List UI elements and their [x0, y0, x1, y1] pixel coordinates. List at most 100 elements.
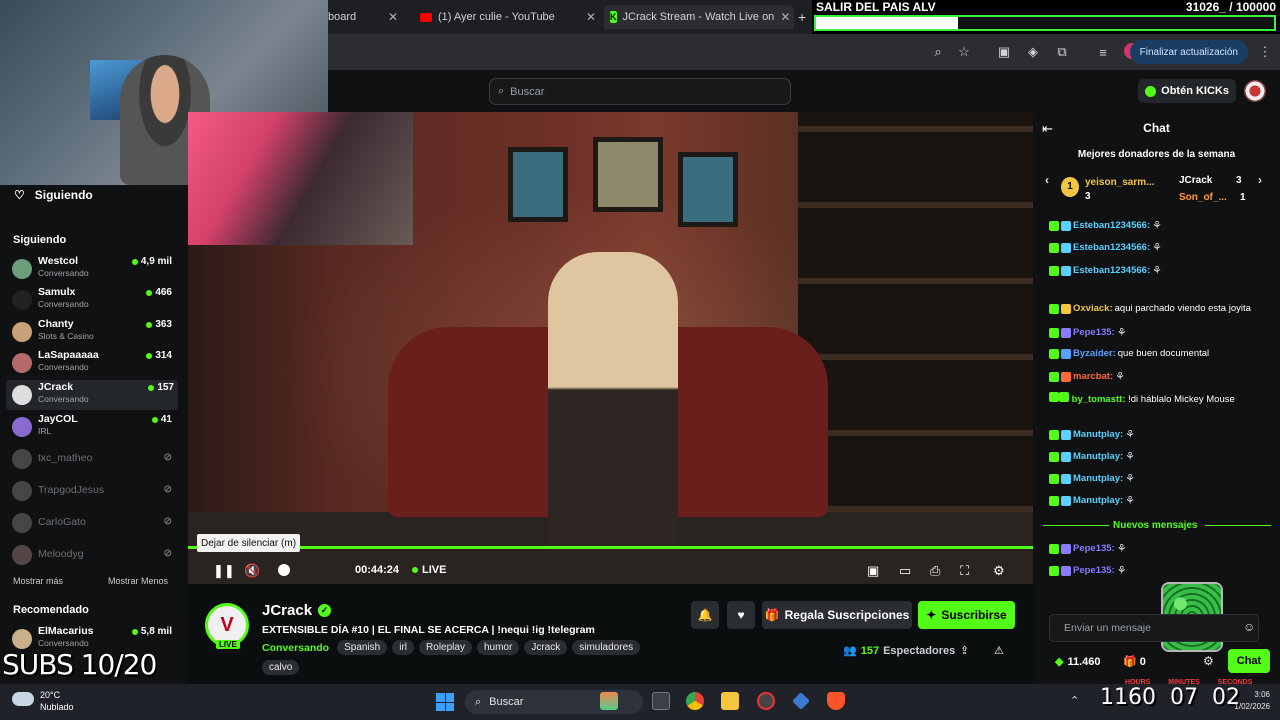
task-view-icon[interactable] [652, 692, 670, 710]
donor-name[interactable]: yeison_sarm... [1085, 177, 1154, 188]
chat-username[interactable]: Manutplay: [1073, 473, 1123, 484]
chat-message[interactable]: Manutplay: ⚘ [1049, 428, 1135, 441]
puzzle-icon[interactable]: ⧉ [1053, 43, 1071, 61]
widget-icon[interactable] [600, 692, 618, 710]
volume-slider[interactable] [278, 564, 290, 576]
theater-icon[interactable]: ▭ [899, 563, 911, 579]
chat-username[interactable]: Manutplay: [1073, 429, 1123, 440]
tab-youtube[interactable]: (1) Ayer culie - YouTube ✕ [420, 5, 596, 29]
tag[interactable]: Roleplay [419, 640, 472, 655]
tag[interactable]: Spanish [337, 640, 388, 655]
subs-balance[interactable]: 🎁 0 [1123, 655, 1146, 668]
tab-kick[interactable]: K JCrack Stream - Watch Live on ✕ [604, 5, 794, 29]
sidebar-item-trapgodjesus[interactable]: TrapgodJesus ⊘ [12, 476, 176, 506]
sidebar-item-lasapaaaaa[interactable]: LaSapaaaaa Conversando 314 [12, 348, 176, 378]
chevron-right-icon[interactable]: › [1258, 173, 1262, 187]
emoji-icon[interactable]: ☺ [1243, 620, 1255, 634]
following-nav[interactable]: ♡ Siguiendo [14, 188, 93, 202]
pause-button[interactable]: ❚❚ [213, 563, 235, 579]
search-box[interactable]: ⌕ Buscar [489, 78, 791, 105]
chat-username[interactable]: by_tomastt: [1072, 394, 1126, 405]
chat-message[interactable]: Oxviack: aqui parchado viendo esta joyit… [1049, 303, 1251, 314]
chat-message[interactable]: by_tomastt: !di háblalo Mickey Mouse [1049, 392, 1264, 407]
sidebar-item-jcrack[interactable]: JCrack Conversando 157 [6, 380, 178, 410]
tag[interactable]: calvo [262, 660, 300, 675]
chat-username[interactable]: Esteban1234566: [1073, 265, 1150, 276]
chat-username[interactable]: Pepe135: [1073, 327, 1115, 338]
live-indicator[interactable]: LIVE [412, 564, 446, 576]
pip-icon[interactable]: ▣ [867, 563, 879, 579]
chevron-up-icon[interactable]: ⌃ [1070, 694, 1079, 707]
obs-icon[interactable] [757, 692, 775, 710]
extension-icon[interactable]: ▣ [995, 43, 1013, 61]
file-explorer-icon[interactable] [721, 692, 739, 710]
show-more-link[interactable]: Mostrar más [13, 576, 63, 586]
channel-name[interactable]: JCrack ✓ [262, 602, 332, 619]
chat-message[interactable]: Byzaider: que buen documental [1049, 348, 1209, 359]
extension-icon[interactable]: ◈ [1024, 43, 1042, 61]
tag[interactable]: simuladores [572, 640, 641, 655]
tag[interactable]: irl [392, 640, 415, 655]
tab-board[interactable]: board ✕ [328, 5, 398, 29]
subscribe-button[interactable]: ✦ Suscribirse [918, 601, 1015, 629]
chrome-icon[interactable] [686, 692, 704, 710]
weather-widget[interactable]: 20°C Nublado [40, 689, 74, 713]
sidebar-item-chanty[interactable]: Chanty Slots & Casino 363 [12, 317, 176, 347]
new-tab-button[interactable]: + [798, 5, 812, 29]
sidebar-item-samulx[interactable]: Samulx Conversando 466 [12, 285, 176, 315]
search-input[interactable]: Buscar [510, 86, 544, 98]
share-icon[interactable]: ⇪ [960, 644, 969, 657]
chat-username[interactable]: Pepe135: [1073, 543, 1115, 554]
mute-icon[interactable]: 🔇 [244, 563, 260, 579]
close-icon[interactable]: ✕ [586, 10, 596, 24]
chat-username[interactable]: Esteban1234566: [1073, 220, 1150, 231]
chat-input[interactable]: Enviar un mensaje [1049, 614, 1259, 642]
chat-message[interactable]: Manutplay: ⚘ [1049, 494, 1135, 507]
sidebar-item-westcol[interactable]: Westcol Conversando 4,9 mil [12, 254, 176, 284]
chat-username[interactable]: marcbat: [1073, 371, 1113, 382]
chat-message[interactable]: Pepe135: ⚘ [1049, 542, 1127, 555]
get-kicks-button[interactable]: Obtén KICKs [1138, 79, 1236, 103]
chat-username[interactable]: Byzaider: [1073, 348, 1116, 359]
sidebar-item-jaycol[interactable]: JayCOL IRL 41 [12, 412, 176, 442]
windows-start-icon[interactable] [436, 693, 454, 711]
chat-username[interactable]: Oxviack: [1073, 303, 1113, 314]
user-avatar[interactable] [1244, 80, 1266, 102]
sidebar-item-meloodyg[interactable]: Meloodyg ⊘ [12, 540, 176, 570]
chat-message[interactable]: Manutplay: ⚘ [1049, 450, 1135, 463]
chat-message[interactable]: Esteban1234566: ⚘ [1049, 219, 1162, 232]
kicks-balance[interactable]: ◆ 11.460 [1055, 655, 1101, 669]
chat-message[interactable]: Pepe135: ⚘ [1049, 564, 1127, 577]
show-less-link[interactable]: Mostrar Menos [108, 576, 168, 586]
chat-message[interactable]: Esteban1234566: ⚘ [1049, 241, 1162, 254]
chevron-left-icon[interactable]: ‹ [1045, 173, 1049, 187]
system-clock[interactable]: 3:06 1/02/2026 [1234, 689, 1270, 713]
notification-bell-button[interactable]: 🔔 [691, 601, 719, 629]
sidebar-item-txc_matheo[interactable]: txc_matheo ⊘ [12, 444, 176, 474]
app-icon[interactable] [792, 692, 810, 710]
chat-message[interactable]: Pepe135: ⚘ [1049, 326, 1127, 339]
report-icon[interactable]: ⚠ [994, 644, 1004, 657]
tag[interactable]: humor [476, 640, 520, 655]
category-link[interactable]: Conversando [262, 642, 329, 654]
settings-icon[interactable]: ⚙ [1203, 654, 1214, 668]
media-icon[interactable]: ≡ [1094, 43, 1112, 61]
bookmark-star-icon[interactable]: ☆ [955, 43, 973, 61]
clip-icon[interactable]: ⎙ [930, 563, 940, 579]
settings-icon[interactable]: ⚙ [993, 563, 1005, 579]
update-button[interactable]: Finalizar actualización [1129, 40, 1248, 64]
sidebar-item-carlogato[interactable]: CarloGato ⊘ [12, 508, 176, 538]
follow-heart-button[interactable]: ♥ [727, 601, 755, 629]
tag[interactable]: Jcrack [524, 640, 568, 655]
chat-username[interactable]: Pepe135: [1073, 565, 1115, 576]
video-progress-bar[interactable] [188, 546, 1033, 549]
close-icon[interactable]: ✕ [388, 10, 398, 24]
chat-send-button[interactable]: Chat [1228, 649, 1270, 673]
zoom-icon[interactable]: ⌕ [929, 43, 947, 61]
donor-name[interactable]: JCrack [1179, 175, 1212, 186]
chat-message[interactable]: Manutplay: ⚘ [1049, 472, 1135, 485]
chat-message[interactable]: Esteban1234566: ⚘ [1049, 264, 1162, 277]
chat-message[interactable]: marcbat: ⚘ [1049, 370, 1125, 383]
chat-username[interactable]: Manutplay: [1073, 451, 1123, 462]
fullscreen-icon[interactable]: ⛶ [960, 563, 969, 579]
